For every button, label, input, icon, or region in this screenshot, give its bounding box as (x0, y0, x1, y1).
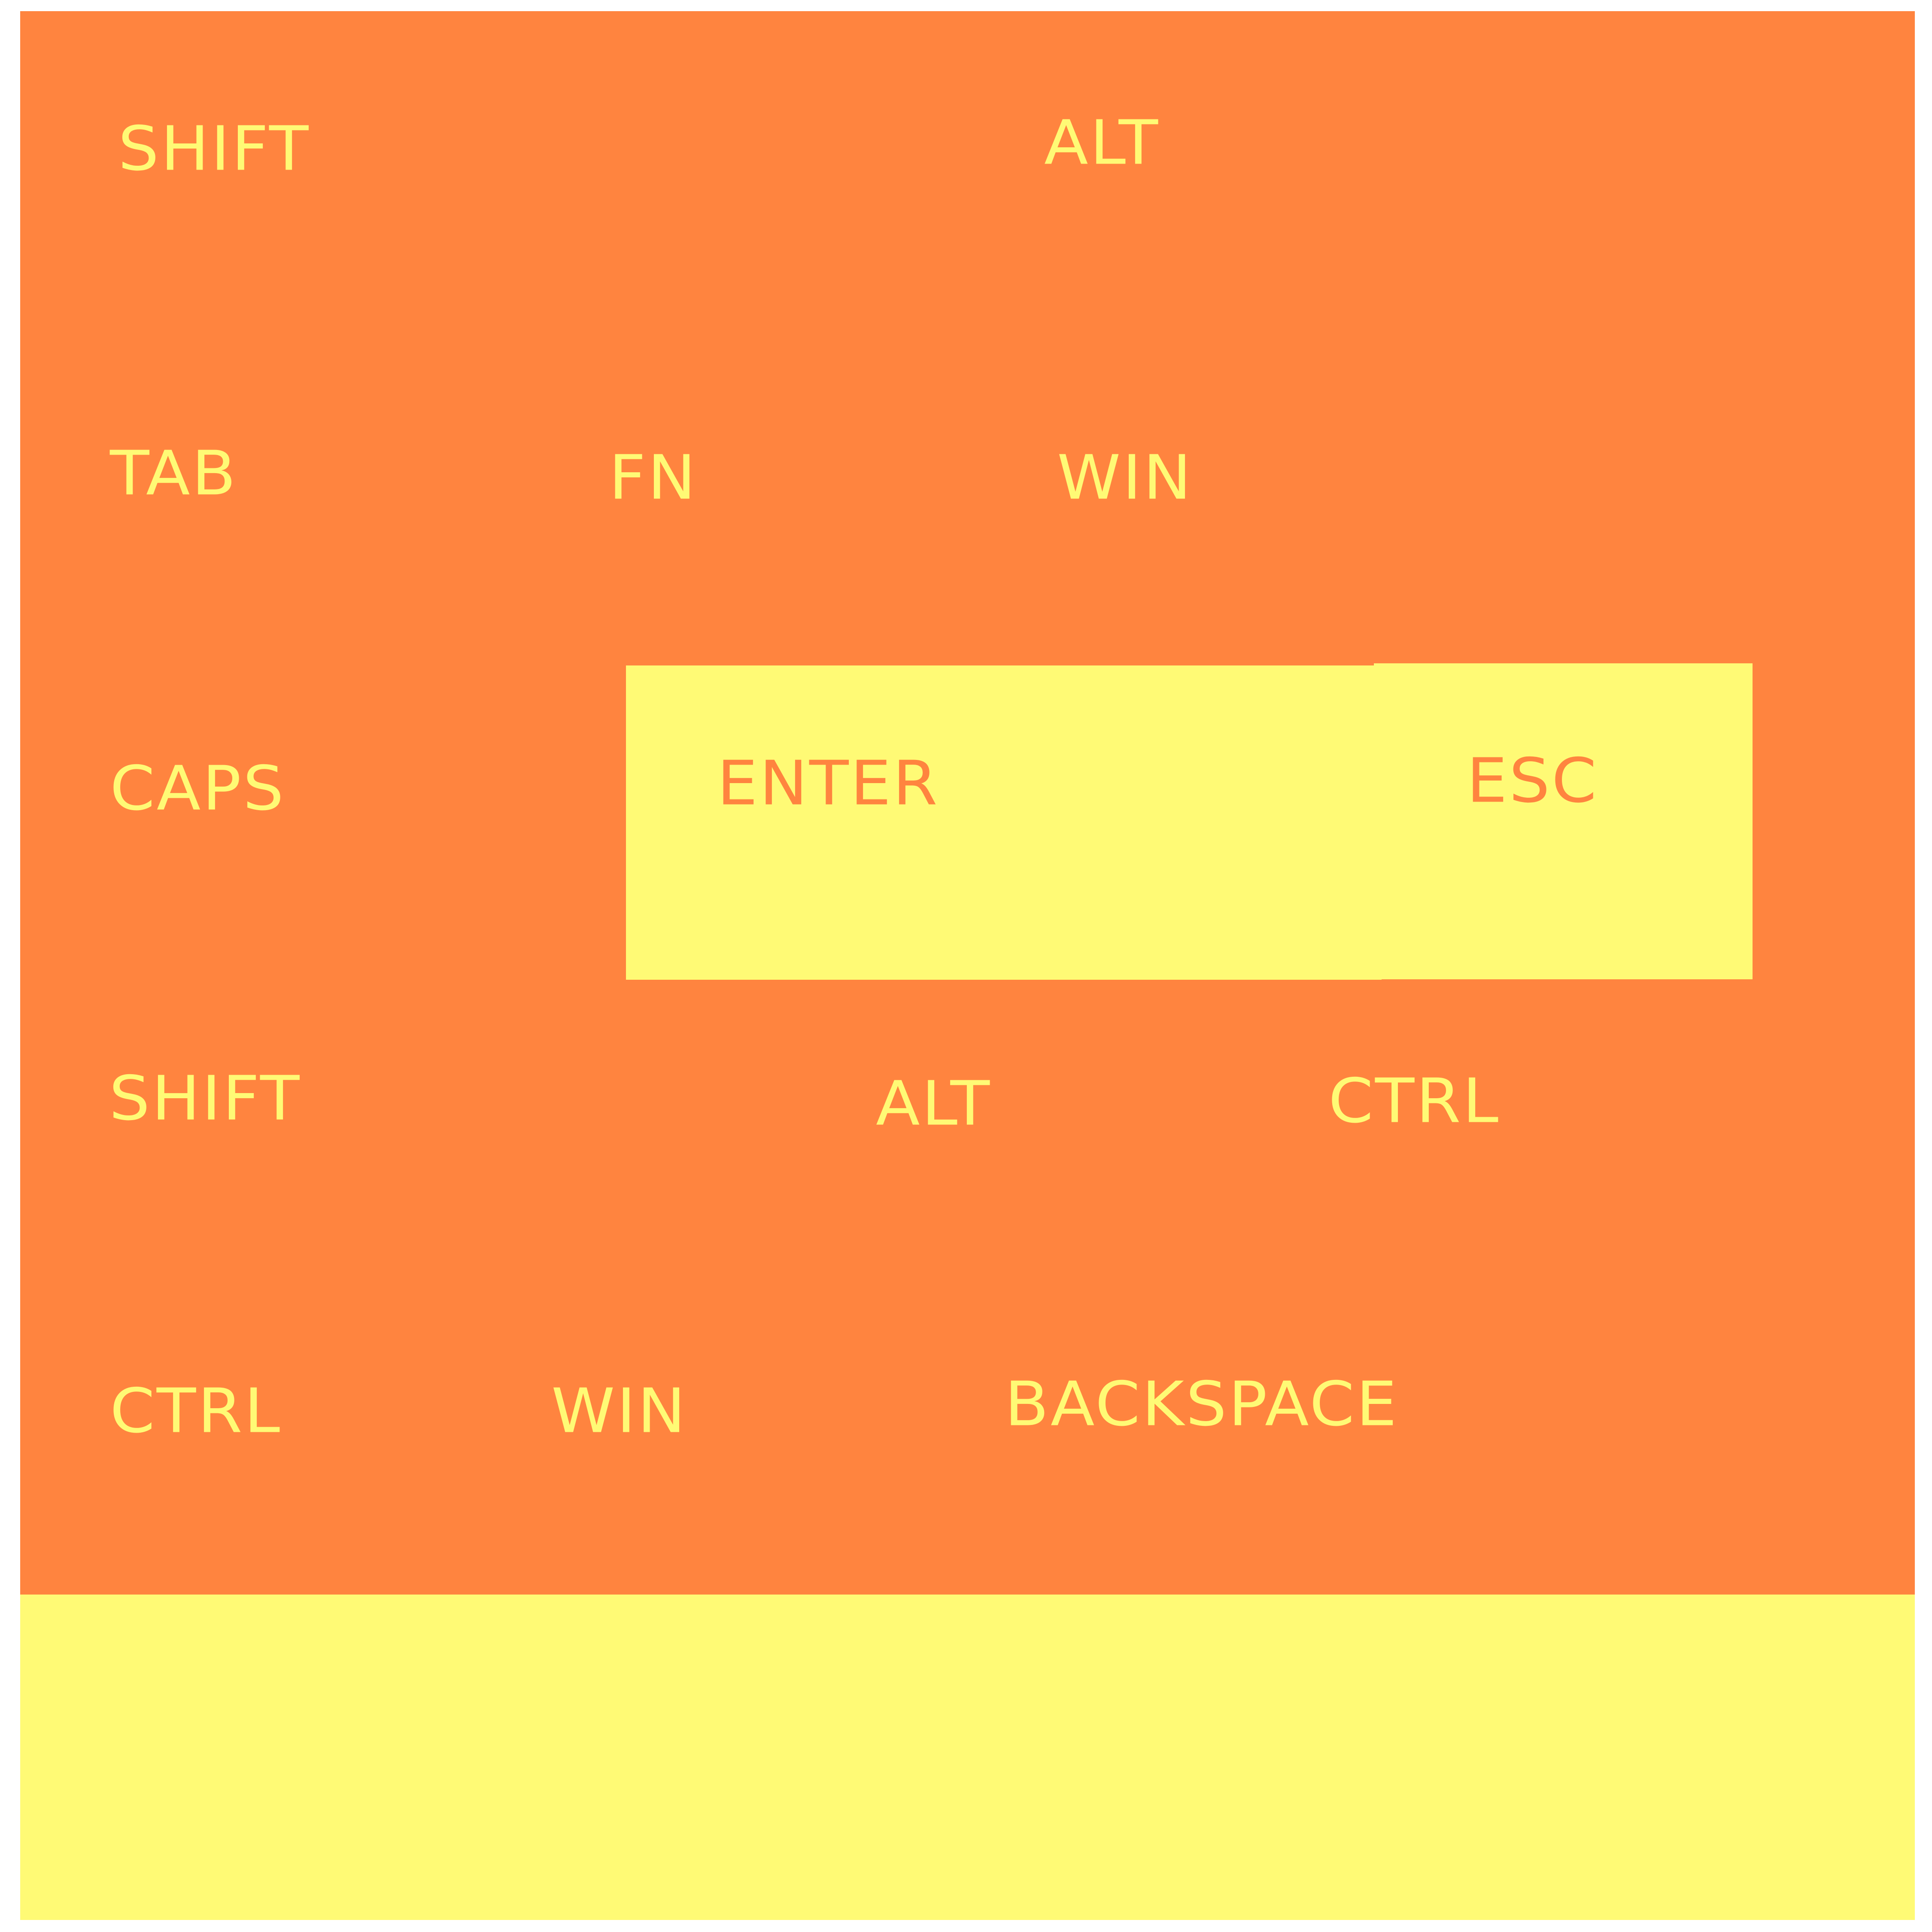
keyboard-canvas: SHIFT ALT TAB FN WIN CAPS ENTER ESC SHIF… (0, 0, 1932, 1932)
key-win-bottom[interactable]: WIN (551, 1381, 687, 1442)
key-shift-lower[interactable]: SHIFT (109, 1068, 301, 1130)
key-alt-lower[interactable]: ALT (876, 1073, 991, 1135)
key-esc-label: ESC (1467, 745, 1598, 817)
esc-key-block[interactable] (1374, 663, 1753, 979)
key-alt-top[interactable]: ALT (1044, 112, 1160, 174)
enter-key-block[interactable] (626, 665, 1382, 980)
key-caps[interactable]: CAPS (110, 758, 286, 820)
key-win-upper[interactable]: WIN (1057, 447, 1193, 509)
key-fn[interactable]: FN (609, 447, 698, 509)
key-ctrl-lower[interactable]: CTRL (1328, 1071, 1500, 1132)
key-backspace[interactable]: BACKSPACE (1005, 1374, 1399, 1435)
key-enter-label: ENTER (717, 748, 939, 819)
key-ctrl-bottom[interactable]: CTRL (110, 1381, 282, 1442)
key-shift-top[interactable]: SHIFT (118, 118, 310, 180)
bottom-yellow-panel (20, 1595, 1915, 1920)
key-tab[interactable]: TAB (110, 443, 238, 504)
